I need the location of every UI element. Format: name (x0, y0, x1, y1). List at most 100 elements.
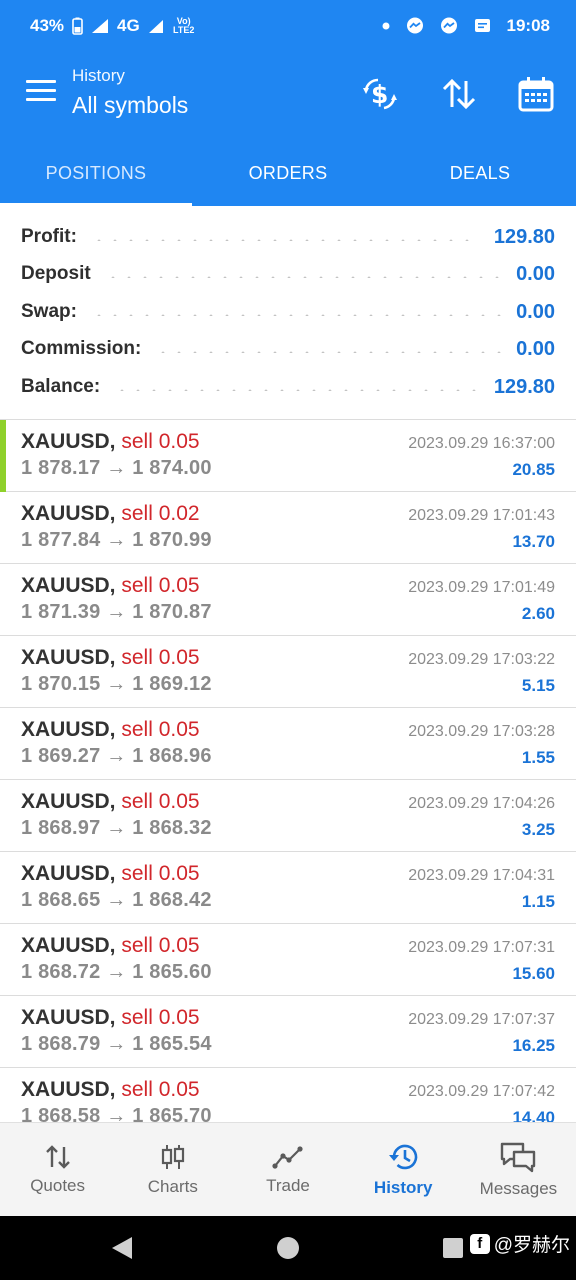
volte-label: Vo) LTE2 (173, 16, 195, 35)
summary-label: Commission: (21, 338, 142, 359)
position-symbol: XAUUSD, sell 0.05 (21, 862, 200, 885)
watermark: f @罗赫尔 (469, 1230, 570, 1257)
position-symbol: XAUUSD, sell 0.02 (21, 502, 200, 525)
symbol-filter[interactable]: All symbols (72, 92, 188, 119)
tab-orders[interactable]: ORDERS (192, 140, 384, 206)
position-row[interactable]: XAUUSD, sell 0.05 1 868.58 → 1 865.70 20… (0, 1068, 576, 1122)
header-subtitle: History (72, 66, 125, 85)
position-row[interactable]: XAUUSD, sell 0.05 1 869.27 → 1 868.96 20… (0, 708, 576, 780)
nav-trade[interactable]: Trade (230, 1123, 345, 1216)
nav-label: Trade (266, 1175, 310, 1195)
nav-charts[interactable]: Charts (115, 1123, 230, 1216)
position-profit: 15.60 (512, 964, 555, 983)
back-icon[interactable] (110, 1235, 134, 1261)
summary-balance: Balance: 129.80 (21, 372, 555, 402)
position-row[interactable]: XAUUSD, sell 0.05 1 868.97 → 1 868.32 20… (0, 780, 576, 852)
position-row[interactable]: XAUUSD, sell 0.05 1 870.15 → 1 869.12 20… (0, 636, 576, 708)
position-symbol: XAUUSD, sell 0.05 (21, 718, 200, 741)
history-icon (389, 1144, 418, 1169)
nav-label: Quotes (30, 1175, 85, 1195)
calendar-icon[interactable] (514, 72, 558, 116)
position-time: 2023.09.29 16:37:00 (408, 435, 555, 452)
summary-label: Balance: (21, 376, 101, 397)
position-side: sell 0.05 (121, 718, 200, 741)
position-symbol: XAUUSD, sell 0.05 (21, 574, 200, 597)
position-profit: 1.15 (521, 892, 555, 911)
summary-label: Deposit (21, 263, 91, 284)
position-row[interactable]: XAUUSD, sell 0.05 1 868.72 → 1 865.60 20… (0, 924, 576, 996)
position-side: sell 0.05 (121, 790, 200, 813)
sort-icon[interactable] (437, 72, 481, 116)
nav-quotes[interactable]: Quotes (0, 1123, 115, 1216)
position-profit: 16.25 (512, 1036, 555, 1055)
summary-profit: Profit: 129.80 (21, 222, 555, 252)
position-row[interactable]: XAUUSD, sell 0.05 1 868.65 → 1 868.42 20… (0, 852, 576, 924)
clock: 19:08 (506, 16, 550, 35)
nav-label: History (373, 1177, 433, 1197)
position-symbol: XAUUSD, sell 0.05 (21, 430, 200, 453)
position-side: sell 0.05 (121, 1006, 200, 1029)
summary-deposit: Deposit 0.00 (21, 259, 555, 289)
position-side: sell 0.05 (121, 646, 200, 669)
position-prices: 1 877.84 → 1 870.99 (21, 529, 212, 551)
position-symbol: XAUUSD, sell 0.05 (21, 1078, 200, 1101)
position-row[interactable]: XAUUSD, sell 0.05 1 878.17 → 1 874.00 20… (0, 420, 576, 492)
summary-panel: Profit: 129.80 Deposit 0.00 Swap: 0.00 C… (0, 206, 576, 420)
app-bar: History All symbols $ (0, 52, 576, 140)
tab-deals[interactable]: DEALS (384, 140, 576, 206)
nav-messages[interactable]: Messages (461, 1123, 576, 1216)
position-prices: 1 869.27 → 1 868.96 (21, 745, 212, 767)
position-symbol: XAUUSD, sell 0.05 (21, 646, 200, 669)
summary-label: Profit: (21, 226, 77, 247)
position-side: sell 0.05 (121, 862, 200, 885)
position-prices: 1 868.72 → 1 865.60 (21, 961, 212, 983)
position-symbol: XAUUSD, sell 0.05 (21, 790, 200, 813)
tab-positions[interactable]: POSITIONS (0, 140, 192, 206)
menu-icon[interactable] (26, 80, 56, 104)
position-time: 2023.09.29 17:03:22 (408, 651, 555, 668)
summary-label: Swap: (21, 301, 77, 322)
charts-icon (161, 1144, 184, 1169)
position-time: 2023.09.29 17:07:42 (408, 1083, 555, 1100)
summary-commission: Commission: 0.00 (21, 334, 555, 364)
position-time: 2023.09.29 17:04:31 (408, 867, 555, 884)
messenger-icon (406, 17, 424, 35)
position-symbol: XAUUSD, sell 0.05 (21, 934, 200, 957)
position-row[interactable]: XAUUSD, sell 0.05 1 868.79 → 1 865.54 20… (0, 996, 576, 1068)
position-side: sell 0.05 (121, 574, 200, 597)
summary-value: 0.00 (516, 300, 555, 323)
summary-value: 129.80 (493, 375, 555, 398)
dotted-leader (90, 314, 503, 316)
dotted-leader (155, 351, 503, 353)
battery-percent: 43% (30, 16, 65, 35)
position-side: sell 0.02 (121, 502, 200, 525)
position-prices: 1 868.65 → 1 868.42 (21, 889, 212, 911)
watermark-logo-icon: f (469, 1233, 490, 1254)
position-profit: 14.40 (512, 1108, 555, 1122)
nav-history[interactable]: History (346, 1123, 461, 1216)
home-icon[interactable] (276, 1236, 300, 1260)
position-row[interactable]: XAUUSD, sell 0.02 1 877.84 → 1 870.99 20… (0, 492, 576, 564)
recents-icon[interactable] (442, 1237, 464, 1259)
selected-indicator (0, 420, 6, 492)
nav-label: Messages (479, 1178, 558, 1198)
dollar-swap-icon[interactable]: $ (358, 72, 402, 116)
position-time: 2023.09.29 17:01:43 (408, 507, 555, 524)
bottom-nav: Quotes Charts Trade History Messages (0, 1122, 576, 1216)
position-time: 2023.09.29 17:03:28 (408, 723, 555, 740)
position-profit: 13.70 (512, 532, 555, 551)
messages-icon (501, 1142, 536, 1172)
position-profit: 3.25 (521, 820, 555, 839)
watermark-text: @罗赫尔 (493, 1235, 570, 1256)
dotted-leader (114, 389, 480, 391)
position-row[interactable]: XAUUSD, sell 0.05 1 871.39 → 1 870.87 20… (0, 564, 576, 636)
position-profit: 2.60 (521, 604, 555, 623)
position-prices: 1 878.17 → 1 874.00 (21, 457, 212, 479)
position-time: 2023.09.29 17:04:26 (408, 795, 555, 812)
positions-list: XAUUSD, sell 0.05 1 878.17 → 1 874.00 20… (0, 420, 576, 1122)
signal-2-icon (148, 19, 164, 34)
position-side: sell 0.05 (121, 934, 200, 957)
message-icon (474, 18, 491, 35)
position-prices: 1 871.39 → 1 870.87 (21, 601, 212, 623)
position-side: sell 0.05 (121, 430, 200, 453)
